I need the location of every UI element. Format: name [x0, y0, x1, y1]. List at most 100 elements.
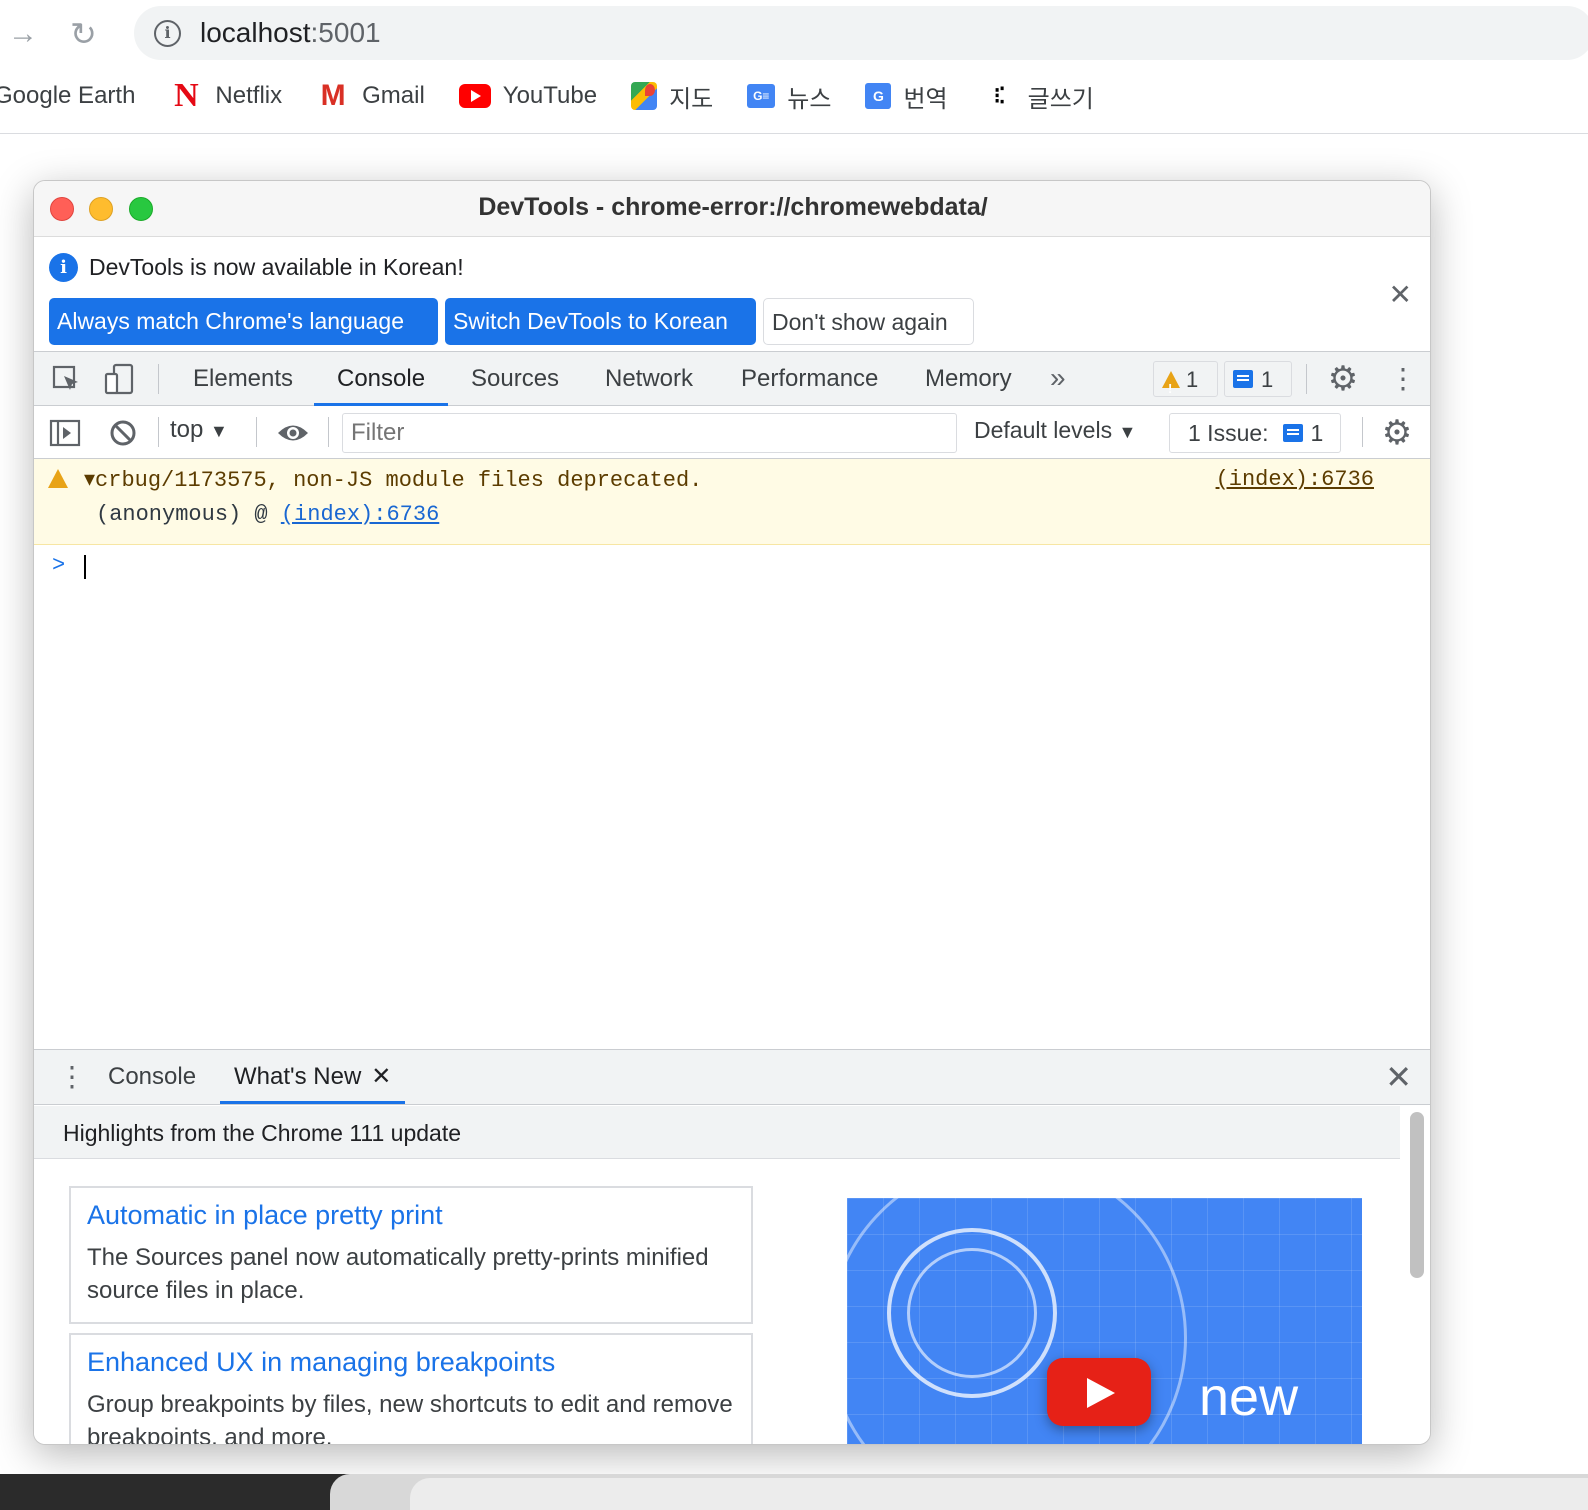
- console-warning-message: ▾crbug/1173575, non-JS module files depr…: [34, 459, 1430, 545]
- maps-icon: [631, 82, 658, 110]
- bookmark-news[interactable]: G≡ 뉴스: [747, 79, 831, 114]
- warnings-counter[interactable]: 1: [1153, 361, 1218, 405]
- site-info-icon[interactable]: i: [154, 20, 181, 47]
- console-prompt[interactable]: >: [34, 547, 1430, 587]
- netflix-icon: N: [174, 77, 199, 114]
- close-icon[interactable]: ✕: [1389, 278, 1412, 311]
- bookmark-gmail[interactable]: M Gmail: [316, 79, 425, 112]
- feature-card[interactable]: Enhanced UX in managing breakpoints Grou…: [69, 1333, 753, 1444]
- dock-decoration: [410, 1478, 1588, 1510]
- tab-memory[interactable]: Memory: [902, 352, 1035, 406]
- devtools-window: DevTools - chrome-error://chromewebdata/…: [33, 180, 1431, 1445]
- toolbar-divider: [158, 364, 159, 394]
- warning-message-text: crbug/1173575, non-JS module files depre…: [95, 468, 703, 493]
- clear-console-icon[interactable]: [106, 416, 140, 450]
- window-title: DevTools - chrome-error://chromewebdata/: [478, 193, 988, 221]
- stack-frame-name: (anonymous) @: [96, 502, 281, 527]
- stack-frame-link[interactable]: (index):6736: [281, 502, 439, 527]
- warning-source-link[interactable]: (index):6736: [1216, 467, 1374, 492]
- tab-elements[interactable]: Elements: [170, 352, 316, 406]
- stack-trace: (anonymous) @ (index):6736: [96, 502, 439, 527]
- switch-to-korean-button[interactable]: Switch DevTools to Korean: [445, 298, 756, 345]
- youtube-icon: [458, 84, 491, 108]
- forward-arrow-icon[interactable]: →: [8, 16, 44, 52]
- more-options-icon[interactable]: ⋮: [1389, 362, 1417, 395]
- issues-button[interactable]: 1 Issue: 1: [1169, 413, 1341, 453]
- context-value: top: [170, 416, 204, 443]
- toolbar-divider: [1362, 417, 1363, 447]
- video-thumbnail[interactable]: new: [847, 1198, 1362, 1444]
- tab-performance[interactable]: Performance: [718, 352, 901, 406]
- dock-strip: [0, 1474, 1588, 1510]
- toolbar-divider: [328, 417, 329, 447]
- issues-label: 1 Issue:: [1188, 419, 1269, 446]
- video-ring-decoration: [907, 1248, 1037, 1378]
- news-icon: G≡: [747, 84, 776, 108]
- message-icon: [1282, 424, 1303, 442]
- info-icon: i: [49, 253, 78, 282]
- live-expression-eye-icon[interactable]: [276, 418, 310, 453]
- bookmark-translate[interactable]: G 번역: [865, 79, 948, 114]
- bookmark-netflix[interactable]: N Netflix: [169, 77, 282, 114]
- device-toolbar-icon[interactable]: [102, 362, 136, 396]
- levels-label: Default levels: [974, 417, 1113, 443]
- warning-icon: [48, 469, 68, 488]
- expand-triangle-icon[interactable]: ▾: [84, 468, 95, 493]
- dont-show-again-button[interactable]: Don't show again: [763, 298, 974, 345]
- console-filter-input[interactable]: [342, 413, 957, 453]
- messages-counter[interactable]: 1: [1224, 361, 1292, 397]
- bookmark-label: 뉴스: [787, 85, 832, 113]
- bookmark-label: Gmail: [362, 82, 425, 109]
- gmail-icon: M: [320, 79, 346, 112]
- bookmark-google-earth[interactable]: Google Earth: [0, 82, 135, 110]
- inspect-element-icon[interactable]: [50, 362, 84, 396]
- bookmark-label: Google Earth: [0, 82, 136, 109]
- feature-card-title[interactable]: Enhanced UX in managing breakpoints: [87, 1347, 735, 1378]
- feature-card[interactable]: Automatic in place pretty print The Sour…: [69, 1186, 753, 1324]
- reload-icon[interactable]: ↻: [70, 14, 110, 54]
- bookmark-label: 번역: [903, 85, 948, 113]
- settings-gear-icon[interactable]: ⚙: [1326, 362, 1360, 396]
- show-sidebar-icon[interactable]: [48, 416, 82, 450]
- close-tab-icon[interactable]: ✕: [371, 1063, 391, 1090]
- youtube-play-icon[interactable]: [1047, 1358, 1151, 1426]
- warning-icon: [1162, 370, 1180, 405]
- url-port: :5001: [310, 17, 381, 48]
- bookmark-label: YouTube: [502, 82, 598, 109]
- issues-count: 1: [1310, 419, 1324, 446]
- window-titlebar[interactable]: DevTools - chrome-error://chromewebdata/: [34, 181, 1430, 237]
- url-text[interactable]: localhost:5001: [200, 17, 381, 49]
- message-count: 1: [1261, 366, 1274, 392]
- console-toolbar: top ▼ Default levels ▼ 1 Issue: 1 ⚙: [34, 407, 1430, 459]
- always-match-language-button[interactable]: Always match Chrome's language: [49, 298, 438, 345]
- devtools-main-tabbar: Elements Console Sources Network Perform…: [34, 352, 1430, 406]
- bookmark-maps[interactable]: 지도: [631, 79, 713, 114]
- address-bar[interactable]: i localhost:5001: [134, 6, 1588, 60]
- prompt-chevron-icon: >: [52, 553, 66, 578]
- dropdown-arrow-icon: ▼: [210, 421, 228, 441]
- scrollbar[interactable]: [1410, 1112, 1424, 1278]
- toolbar-divider: [158, 417, 159, 447]
- close-drawer-icon[interactable]: ✕: [1385, 1058, 1412, 1096]
- whats-new-panel: Highlights from the Chrome 111 update Au…: [34, 1106, 1430, 1444]
- feature-card-title[interactable]: Automatic in place pretty print: [87, 1200, 735, 1231]
- text-cursor: [84, 555, 86, 579]
- bookmark-write[interactable]: ⁝⁚ 글쓰기: [982, 79, 1094, 114]
- message-icon: [1233, 370, 1253, 388]
- tab-network[interactable]: Network: [582, 352, 716, 406]
- console-settings-gear-icon[interactable]: ⚙: [1380, 416, 1414, 450]
- warning-text[interactable]: ▾crbug/1173575, non-JS module files depr…: [84, 467, 702, 493]
- url-host: localhost: [200, 17, 311, 48]
- more-tabs-chevron-icon[interactable]: »: [1050, 362, 1066, 394]
- log-levels-dropdown[interactable]: Default levels ▼: [974, 417, 1136, 444]
- drawer-tab-console[interactable]: Console: [94, 1050, 210, 1104]
- bookmark-youtube[interactable]: YouTube: [458, 82, 598, 110]
- video-caption: new: [1199, 1367, 1299, 1427]
- feature-card-body: The Sources panel now automatically pret…: [87, 1244, 709, 1304]
- drawer-tab-whats-new[interactable]: What's New ✕: [220, 1050, 406, 1104]
- context-selector[interactable]: top ▼: [170, 416, 228, 444]
- drawer-menu-icon[interactable]: ⋮: [58, 1060, 86, 1093]
- tab-sources[interactable]: Sources: [448, 352, 582, 406]
- tab-console[interactable]: Console: [314, 352, 449, 406]
- whats-new-header: Highlights from the Chrome 111 update: [34, 1106, 1400, 1159]
